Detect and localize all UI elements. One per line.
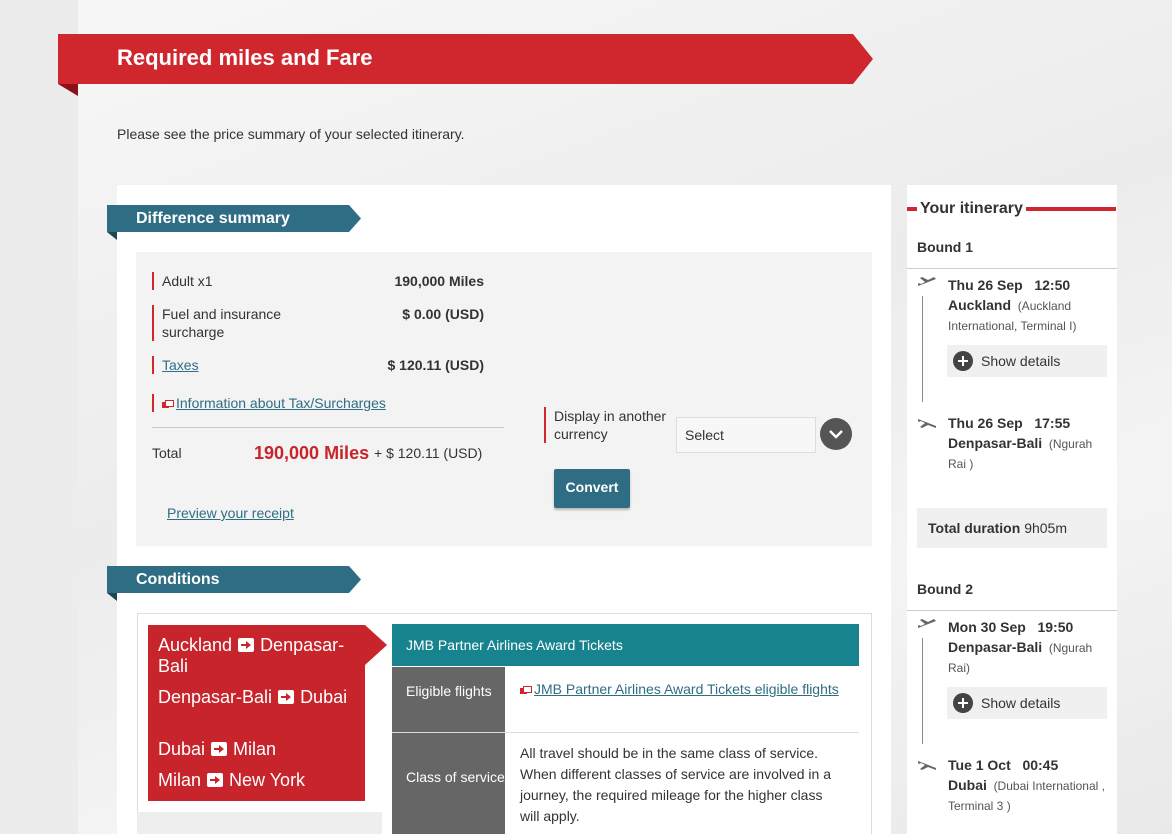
route-from: Auckland (158, 635, 233, 655)
route-to: Milan (233, 739, 277, 759)
bound-1-label: Bound 1 (917, 239, 973, 255)
flight-path-line (922, 296, 923, 402)
plus-icon (953, 351, 973, 371)
currency-label: Display in another currency (544, 407, 669, 443)
fuel-value: $ 0.00 (USD) (402, 306, 484, 322)
arrival-time: 00:45 (1022, 757, 1059, 773)
duration-label: Total duration (928, 520, 1021, 536)
plus-icon (953, 693, 973, 713)
route-item: Auckland Denpasar-Bali (158, 635, 358, 677)
arrival-plane-icon (918, 419, 936, 428)
ribbon-fold (107, 232, 117, 240)
arrival-city: Dubai (948, 777, 987, 793)
itinerary-title: Your itinerary (917, 200, 1026, 218)
summary-divider (152, 427, 504, 428)
external-link-icon (520, 686, 532, 694)
route-from: Milan (158, 770, 202, 790)
eligible-flights-label: Eligible flights (392, 667, 505, 732)
total-extra: + $ 120.11 (USD) (374, 445, 483, 461)
bound-divider (907, 610, 1117, 611)
chevron-down-icon (829, 430, 843, 439)
fuel-label: Fuel and insurance surcharge (152, 305, 302, 341)
conditions-heading: Conditions (107, 566, 361, 593)
show-details-button[interactable]: Show details (947, 345, 1107, 377)
route-from: Dubai (158, 739, 206, 759)
arrival-date: Tue 1 Oct (948, 757, 1011, 773)
preview-receipt-link[interactable]: Preview your receipt (167, 505, 294, 521)
arrow-right-icon (207, 773, 224, 788)
preview-receipt-row: Preview your receipt (167, 505, 294, 521)
class-of-service-label: Class of service (392, 733, 505, 834)
departure-date: Mon 30 Sep (948, 619, 1026, 635)
arrow-right-icon (278, 690, 295, 705)
class-of-service-text: All travel should be in the same class o… (505, 733, 859, 834)
adult-label: Adult x1 (152, 272, 213, 290)
bound-1-departure-datetime: Thu 26 Sep 12:50 (948, 277, 1070, 293)
eligible-flights-value: JMB Partner Airlines Award Tickets eligi… (505, 667, 859, 732)
bound-2-arrival-datetime: Tue 1 Oct 00:45 (948, 757, 1058, 773)
tax-info-link[interactable]: Information about Tax/Surcharges (176, 395, 386, 411)
taxes-label: Taxes (152, 356, 199, 374)
duration-value: 9h05m (1024, 520, 1067, 536)
external-link-icon (162, 400, 174, 408)
bound-1-arrival-airport: Denpasar-Bali (Ngurah Rai ) (948, 433, 1108, 474)
show-details-label: Show details (981, 353, 1061, 369)
departure-time: 12:50 (1034, 277, 1071, 293)
program-header: JMB Partner Airlines Award Tickets (392, 624, 859, 666)
adult-value: 190,000 Miles (394, 273, 484, 289)
page-title: Required miles and Fare (117, 45, 373, 70)
tax-info-row: Information about Tax/Surcharges (152, 394, 386, 412)
departure-time: 19:50 (1037, 619, 1074, 635)
currency-dropdown-button[interactable] (820, 418, 852, 450)
arrow-right-icon (238, 638, 255, 653)
arrival-city: Denpasar-Bali (948, 435, 1043, 451)
page-margin (0, 0, 78, 834)
departure-date: Thu 26 Sep (948, 277, 1023, 293)
route-pointer (365, 625, 387, 665)
departure-plane-icon (918, 277, 936, 286)
route-item: Dubai Milan (158, 739, 358, 760)
eligible-flights-link[interactable]: JMB Partner Airlines Award Tickets eligi… (534, 681, 839, 697)
departure-city: Denpasar-Bali (948, 639, 1043, 655)
arrival-plane-icon (918, 761, 936, 770)
currency-select[interactable]: Select (676, 417, 816, 453)
total-miles: 190,000 Miles (254, 443, 370, 463)
route-to: New York (229, 770, 306, 790)
bound-2-departure-airport: Denpasar-Bali (Ngurah Rai) (948, 637, 1108, 678)
route-item: Denpasar-Bali Dubai (158, 687, 358, 708)
route-item: Milan New York (158, 770, 358, 791)
intro-text: Please see the price summary of your sel… (117, 126, 465, 142)
ribbon-fold (107, 593, 117, 601)
taxes-value: $ 120.11 (USD) (387, 357, 485, 373)
arrow-right-icon (211, 742, 228, 757)
departure-plane-icon (918, 619, 936, 628)
flight-path-line (922, 638, 923, 744)
bound-2-arrival-airport: Dubai (Dubai International , Terminal 3 … (948, 775, 1108, 816)
total-label: Total (152, 445, 182, 461)
difference-summary-heading: Difference summary (107, 205, 361, 232)
arrival-time: 17:55 (1034, 415, 1071, 431)
route-footer (137, 812, 382, 834)
arrival-date: Thu 26 Sep (948, 415, 1023, 431)
taxes-link[interactable]: Taxes (162, 357, 199, 373)
route-from: Denpasar-Bali (158, 687, 273, 707)
bound-1-departure-airport: Auckland (Auckland International, Termin… (948, 295, 1108, 336)
total-duration: Total duration 9h05m (917, 508, 1107, 548)
route-to: Dubai (300, 687, 348, 707)
show-details-button[interactable]: Show details (947, 687, 1107, 719)
bound-2-departure-datetime: Mon 30 Sep 19:50 (948, 619, 1073, 635)
bound-1-arrival-datetime: Thu 26 Sep 17:55 (948, 415, 1070, 431)
departure-city: Auckland (948, 297, 1012, 313)
convert-button[interactable]: Convert (554, 469, 630, 508)
show-details-label: Show details (981, 695, 1061, 711)
bound-divider (907, 268, 1117, 269)
bound-2-label: Bound 2 (917, 581, 973, 597)
page-header-fold (58, 84, 78, 96)
